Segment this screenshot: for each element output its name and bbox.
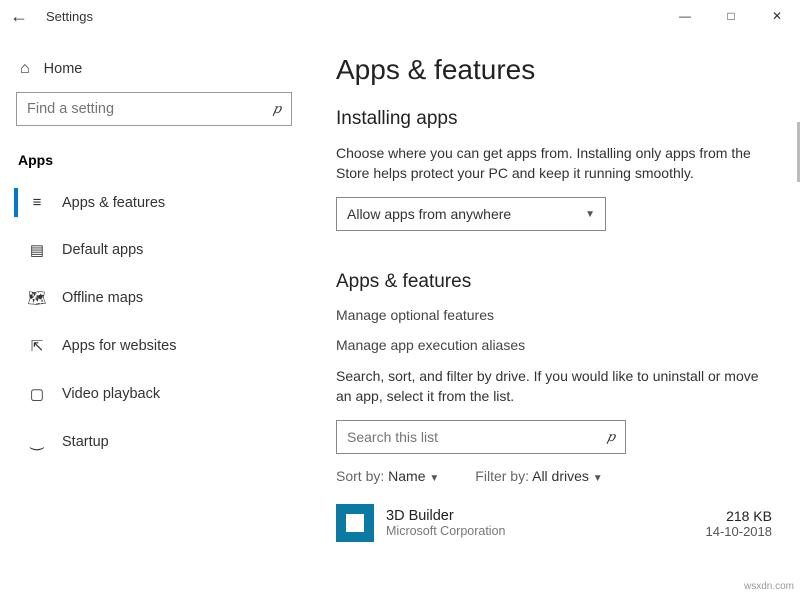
sort-label: Sort by: xyxy=(336,468,384,484)
apps-features-title: Apps & features xyxy=(336,271,772,293)
nav-label: Apps for websites xyxy=(62,338,176,354)
dropdown-value: Allow apps from anywhere xyxy=(347,206,511,222)
nav-label: Offline maps xyxy=(62,290,143,306)
default-apps-icon: ▤ xyxy=(28,241,46,259)
chevron-down-icon: ▼ xyxy=(429,473,439,484)
search-apps-input[interactable] xyxy=(347,429,607,445)
app-publisher: Microsoft Corporation xyxy=(386,524,694,538)
nav-label: Video playback xyxy=(62,386,160,402)
category-label: Apps xyxy=(14,148,298,182)
map-icon: 🗺︎ xyxy=(28,289,46,307)
filter-by[interactable]: Filter by: All drives ▼ xyxy=(475,468,602,484)
close-button[interactable]: ✕ xyxy=(754,0,800,32)
apps-features-icon: ≡ xyxy=(28,194,46,211)
manage-aliases-link[interactable]: Manage app execution aliases xyxy=(336,337,772,353)
search-icon: 𝑝 xyxy=(607,429,615,445)
apps-features-desc: Search, sort, and filter by drive. If yo… xyxy=(336,367,772,406)
app-list-item[interactable]: 3D Builder Microsoft Corporation 218 KB … xyxy=(336,500,772,546)
sidebar-item-apps-websites[interactable]: ⇱ Apps for websites xyxy=(14,325,298,367)
chevron-down-icon: ▼ xyxy=(593,473,603,484)
main-content: Apps & features Installing apps Choose w… xyxy=(308,32,800,594)
watermark: wsxdn.com xyxy=(744,581,794,592)
filter-value: All drives xyxy=(532,468,589,484)
video-icon: ▢ xyxy=(28,385,46,403)
installing-apps-title: Installing apps xyxy=(336,108,772,130)
nav-label: Apps & features xyxy=(62,195,165,211)
sidebar-item-default-apps[interactable]: ▤ Default apps xyxy=(14,229,298,271)
sort-by[interactable]: Sort by: Name ▼ xyxy=(336,468,439,484)
search-icon: 𝑝 xyxy=(273,101,281,117)
nav-label: Default apps xyxy=(62,242,143,258)
sidebar-item-apps-features[interactable]: ≡ Apps & features xyxy=(14,182,298,223)
manage-optional-features-link[interactable]: Manage optional features xyxy=(336,307,772,323)
websites-icon: ⇱ xyxy=(28,337,46,355)
filter-label: Filter by: xyxy=(475,468,529,484)
window-title: Settings xyxy=(46,9,93,24)
installing-apps-desc: Choose where you can get apps from. Inst… xyxy=(336,144,772,183)
page-title: Apps & features xyxy=(336,54,772,86)
maximize-button[interactable]: □ xyxy=(708,0,754,32)
chevron-down-icon: ▼ xyxy=(585,209,595,220)
home-nav[interactable]: ⌂ Home xyxy=(14,52,298,92)
app-icon xyxy=(336,504,374,542)
sidebar-item-video-playback[interactable]: ▢ Video playback xyxy=(14,373,298,415)
home-icon: ⌂ xyxy=(20,60,30,78)
app-name: 3D Builder xyxy=(386,508,694,524)
search-settings[interactable]: 𝑝 xyxy=(16,92,292,126)
app-date: 14-10-2018 xyxy=(706,524,773,539)
install-source-dropdown[interactable]: Allow apps from anywhere ▼ xyxy=(336,197,606,231)
startup-icon: ⏝ xyxy=(28,433,46,450)
back-icon[interactable]: ← xyxy=(10,6,28,27)
sidebar-item-offline-maps[interactable]: 🗺︎ Offline maps xyxy=(14,277,298,319)
sidebar: ⌂ Home 𝑝 Apps ≡ Apps & features ▤ Defaul… xyxy=(0,32,308,594)
minimize-button[interactable]: — xyxy=(662,0,708,32)
app-size: 218 KB xyxy=(706,508,773,524)
search-input[interactable] xyxy=(27,101,273,117)
search-apps-list[interactable]: 𝑝 xyxy=(336,420,626,454)
sidebar-item-startup[interactable]: ⏝ Startup xyxy=(14,421,298,462)
nav-label: Startup xyxy=(62,434,109,450)
home-label: Home xyxy=(44,61,83,77)
sort-value: Name xyxy=(388,468,425,484)
